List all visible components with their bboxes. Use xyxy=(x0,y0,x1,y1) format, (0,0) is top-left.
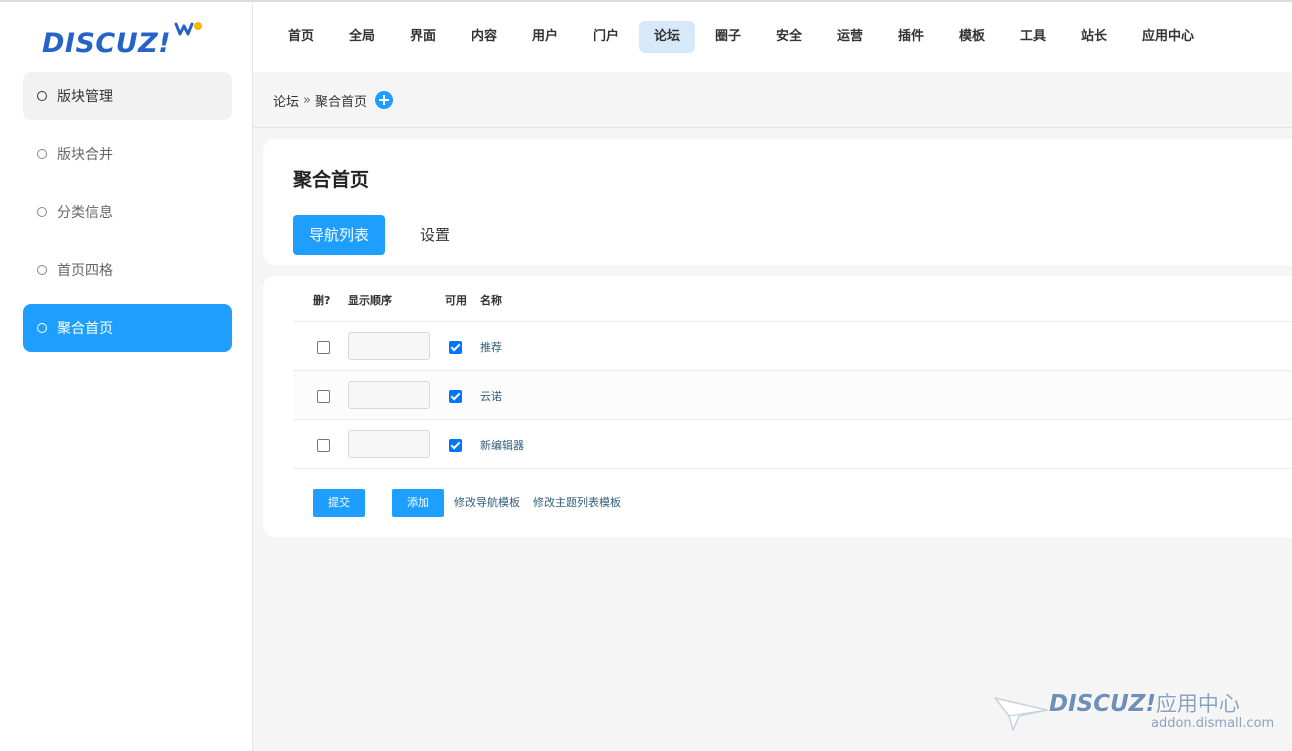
tab-nav-list[interactable]: 导航列表 xyxy=(293,215,386,255)
nav-tools[interactable]: 工具 xyxy=(1005,21,1061,53)
sidebar-item-label: 首页四格 xyxy=(57,263,113,279)
sidebar-item-label: 版块管理 xyxy=(57,89,113,105)
edit-nav-template-link[interactable]: 修改导航模板 xyxy=(454,494,520,510)
enabled-checkbox[interactable] xyxy=(449,341,462,354)
page-header-card: 聚合首页 导航列表 设置 xyxy=(263,139,1292,265)
enabled-checkbox[interactable] xyxy=(449,439,462,452)
add-shortcut-plus-icon[interactable] xyxy=(375,91,393,109)
circle-icon xyxy=(37,207,47,217)
nav-plugins[interactable]: 插件 xyxy=(883,21,939,53)
nav-security[interactable]: 安全 xyxy=(761,21,817,53)
breadcrumb-separator: » xyxy=(303,92,311,108)
nav-group[interactable]: 圈子 xyxy=(700,21,756,53)
table-row: 推荐 xyxy=(293,321,1292,370)
breadcrumb-parent[interactable]: 论坛 xyxy=(273,91,299,110)
nav-name: 新编辑器 xyxy=(480,439,524,452)
nav-operations[interactable]: 运营 xyxy=(822,21,878,53)
nav-list-card: 删? 显示顺序 可用 名称 推荐 云诺 新编辑器 提交 添加 修改导航模板 修改… xyxy=(263,276,1292,537)
divider xyxy=(253,127,1292,128)
logo-text: DISCUZ! xyxy=(42,28,172,59)
nav-templates[interactable]: 模板 xyxy=(944,21,1000,53)
add-button[interactable]: 添加 xyxy=(392,489,444,517)
paper-plane-icon xyxy=(994,697,1048,731)
sidebar-item-home-grid[interactable]: 首页四格 xyxy=(23,246,232,294)
page-title: 聚合首页 xyxy=(293,169,370,191)
circle-icon xyxy=(37,149,47,159)
table-row: 新编辑器 xyxy=(293,419,1292,468)
sidebar-item-forum-manage[interactable]: 版块管理 xyxy=(23,72,232,120)
nav-interface[interactable]: 界面 xyxy=(395,21,451,53)
display-order-input[interactable] xyxy=(348,332,430,360)
nav-content[interactable]: 内容 xyxy=(456,21,512,53)
sidebar-item-thread-types[interactable]: 分类信息 xyxy=(23,188,232,236)
display-order-input[interactable] xyxy=(348,381,430,409)
edit-topic-list-template-link[interactable]: 修改主题列表模板 xyxy=(533,494,621,510)
discuz-logo[interactable]: DISCUZ! xyxy=(42,20,212,64)
breadcrumb: 论坛 » 聚合首页 xyxy=(273,88,393,112)
column-header-order: 显示顺序 xyxy=(348,294,392,307)
top-nav: 首页 全局 界面 内容 用户 门户 论坛 圈子 安全 运营 插件 模板 工具 站… xyxy=(253,2,1292,72)
nav-admin[interactable]: 站长 xyxy=(1066,21,1122,53)
sidebar-item-label: 聚合首页 xyxy=(57,321,113,337)
nav-home[interactable]: 首页 xyxy=(273,21,329,53)
circle-icon xyxy=(37,91,47,101)
delete-checkbox[interactable] xyxy=(317,341,330,354)
nav-forum[interactable]: 论坛 xyxy=(639,21,696,53)
enabled-checkbox[interactable] xyxy=(449,390,462,403)
column-header-name: 名称 xyxy=(480,294,502,307)
nav-global[interactable]: 全局 xyxy=(334,21,390,53)
nav-name: 云诺 xyxy=(480,390,502,403)
column-header-enabled: 可用 xyxy=(445,294,467,307)
watermark-brand: DISCUZ! xyxy=(1049,691,1156,717)
circle-icon xyxy=(37,323,47,333)
watermark-url: addon.dismall.com xyxy=(1151,716,1275,731)
nav-portal[interactable]: 门户 xyxy=(578,21,634,53)
divider xyxy=(293,468,1292,469)
table-row: 云诺 xyxy=(293,370,1292,419)
delete-checkbox[interactable] xyxy=(317,439,330,452)
logo-mark-icon xyxy=(174,22,202,36)
nav-users[interactable]: 用户 xyxy=(517,21,573,53)
watermark-title: DISCUZ!应用中心 xyxy=(1049,688,1240,718)
delete-checkbox[interactable] xyxy=(317,390,330,403)
column-header-delete: 删? xyxy=(313,294,331,307)
circle-icon xyxy=(37,265,47,275)
sidebar: DISCUZ! 版块管理 版块合并 分类信息 首页四格 聚合首页 xyxy=(0,2,253,751)
breadcrumb-current: 聚合首页 xyxy=(314,94,367,110)
sidebar-item-label: 分类信息 xyxy=(57,205,113,221)
watermark: DISCUZ!应用中心 addon.dismall.com xyxy=(993,686,1283,738)
submit-button[interactable]: 提交 xyxy=(313,489,365,517)
sidebar-item-aggregate-home[interactable]: 聚合首页 xyxy=(23,304,232,352)
nav-app-center[interactable]: 应用中心 xyxy=(1127,21,1209,53)
sidebar-item-forum-merge[interactable]: 版块合并 xyxy=(23,130,232,178)
nav-name: 推荐 xyxy=(480,341,502,354)
tab-settings[interactable]: 设置 xyxy=(404,215,466,255)
display-order-input[interactable] xyxy=(348,430,430,458)
sidebar-item-label: 版块合并 xyxy=(57,147,113,163)
watermark-title-cn: 应用中心 xyxy=(1155,692,1240,716)
